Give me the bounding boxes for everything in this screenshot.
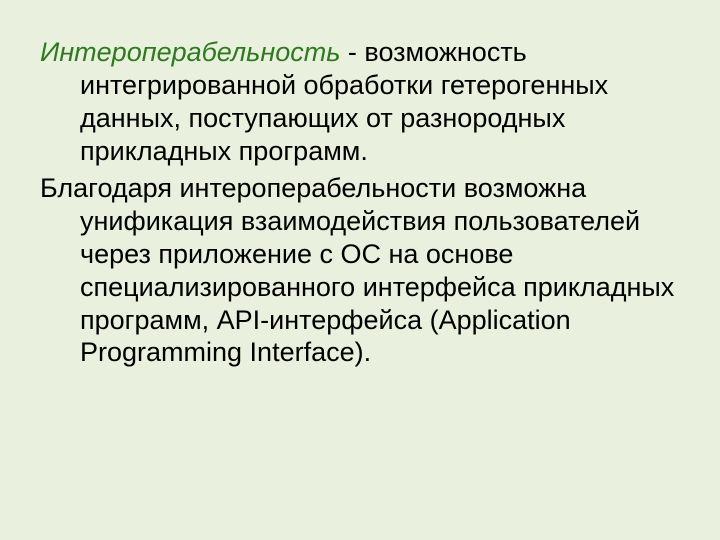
paragraph-1: Интероперабельность - возможность интегр… bbox=[40, 36, 680, 168]
paragraph-2: Благодаря интероперабельности возможна у… bbox=[40, 172, 680, 370]
term-interoperability: Интероперабельность bbox=[40, 37, 340, 67]
paragraph-2-text: Благодаря интероперабельности возможна у… bbox=[40, 173, 674, 368]
slide: Интероперабельность - возможность интегр… bbox=[0, 0, 720, 540]
